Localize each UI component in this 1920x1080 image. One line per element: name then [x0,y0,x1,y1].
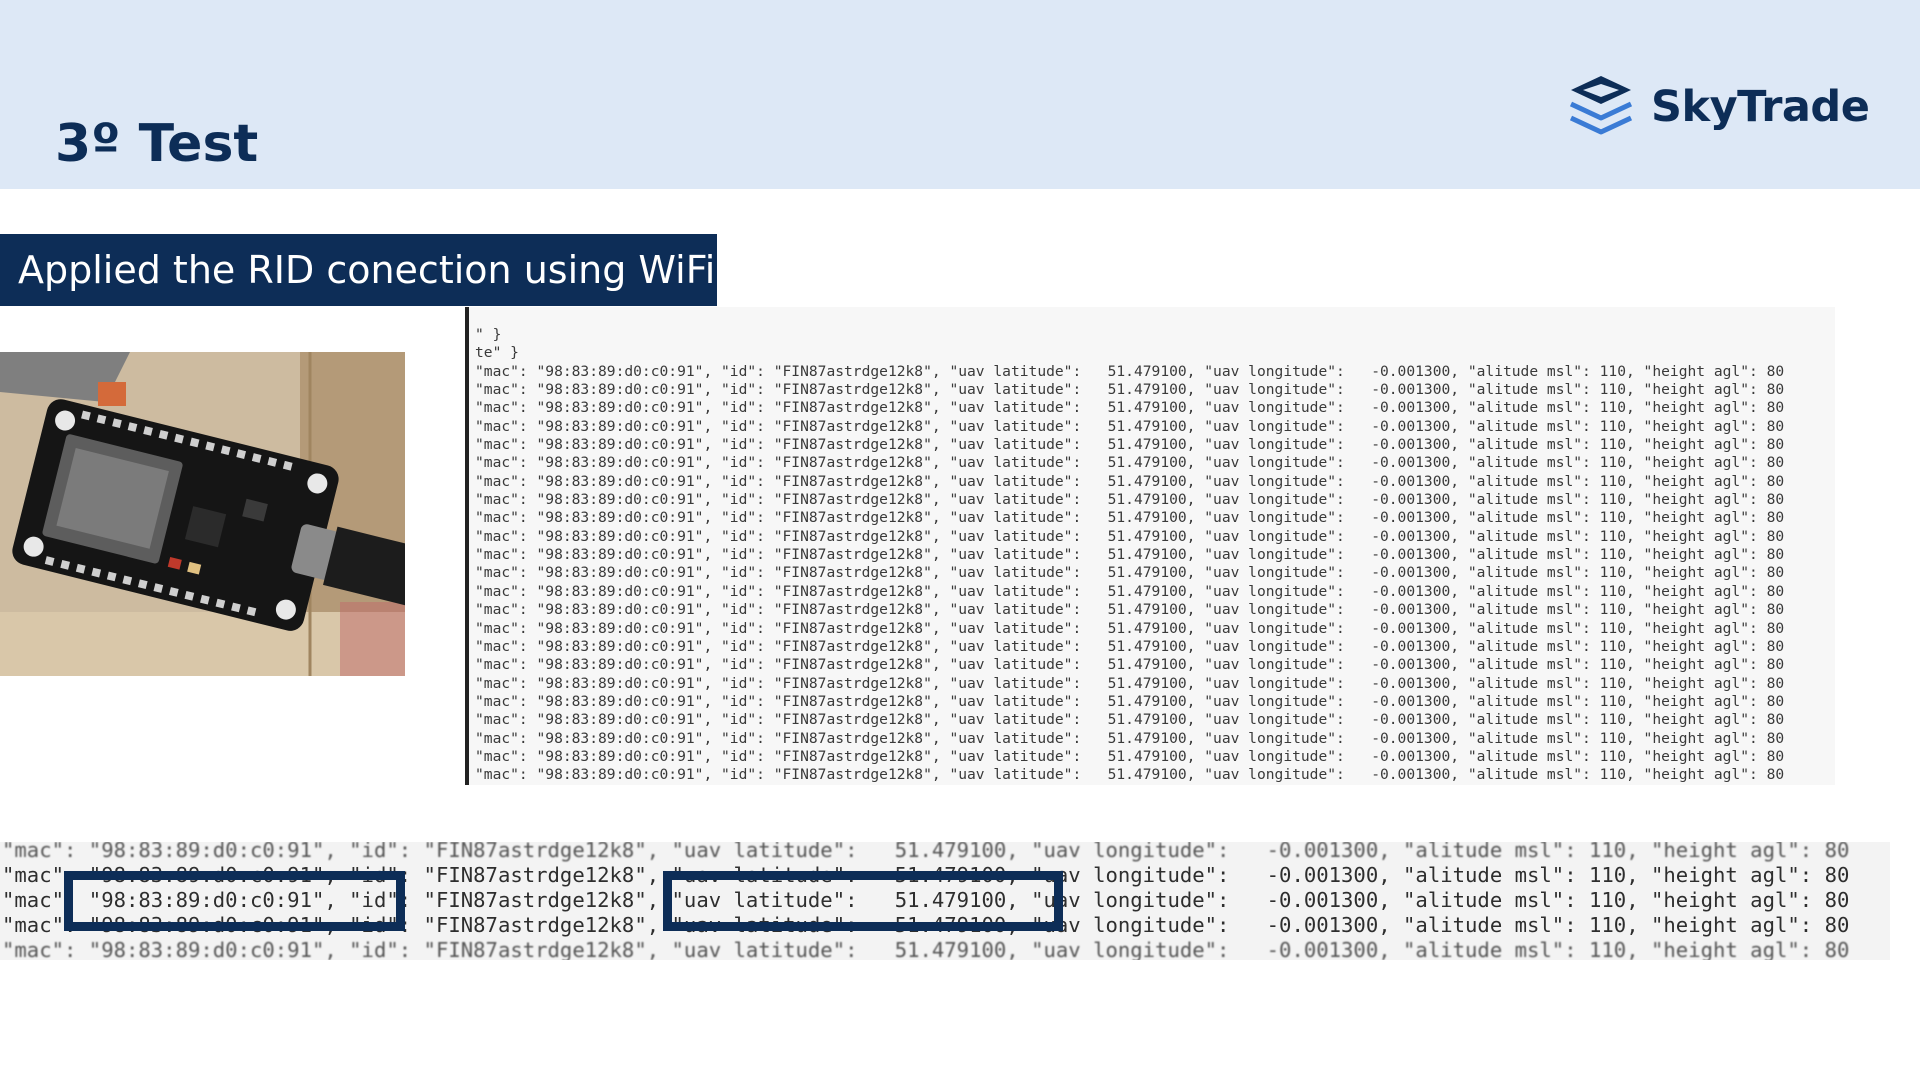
zoom-line: "mac": "98:83:89:d0:c0:91", "id": "FIN87… [2,842,1850,862]
terminal-line: " } [475,326,502,343]
terminal-line: "mac": "98:83:89:d0:c0:91", "id": "FIN87… [469,363,1835,381]
terminal-line: "mac": "98:83:89:d0:c0:91", "id": "FIN87… [475,620,1785,655]
terminal-line: "mac": "98:83:89:d0:c0:91", "id": "FIN87… [469,436,1835,454]
esp32-board-photo [0,352,405,676]
terminal-line: "mac": "98:83:89:d0:c0:91", "id": "FIN87… [469,473,1835,491]
terminal-line: te" } [475,344,519,362]
terminal-line: "mac": "98:83:89:d0:c0:91", "id": "FIN87… [469,564,1835,582]
logo-text: SkyTrade [1651,82,1870,132]
terminal-line: "mac": "98:83:89:d0:c0:91", "id": "FIN87… [469,766,1835,784]
terminal-line: "mac": "98:83:89:d0:c0:91", "id": "FIN87… [469,638,1835,656]
layers-icon [1569,76,1633,135]
terminal-line: "mac": "98:83:89:d0:c0:91", "id": "FIN87… [469,748,1835,766]
terminal-line: "mac": "98:83:89:d0:c0:91", "id": "FIN87… [469,399,1835,417]
terminal-line: "mac": "98:83:89:d0:c0:91", "id": "FIN87… [469,711,1835,729]
terminal-line: "mac": "98:83:89:d0:c0:91", "id": "FIN87… [469,381,1835,399]
serial-terminal-output: " } te" } "mac": "98:83:89:d0:c0:91", "id"… [465,307,1835,785]
terminal-line: "mac": "98:83:89:d0:c0:91", "id": "FIN87… [475,675,1785,710]
terminal-line: "mac": "98:83:89:d0:c0:91", "id": "FIN87… [469,491,1835,509]
terminal-line: "mac": "98:83:89:d0:c0:91", "id": "FIN87… [469,693,1835,711]
subtitle-banner: Applied the RID conection using WiFi [0,234,717,306]
skytrade-logo: SkyTrade [1565,72,1870,142]
latitude-highlight-box [663,871,1063,931]
terminal-line: "mac": "98:83:89:d0:c0:91", "id": "FIN87… [469,509,1835,527]
mac-highlight-box [64,871,405,931]
terminal-line: "mac": "98:83:89:d0:c0:91", "id": "FIN87… [469,656,1835,674]
terminal-line: "mac": "98:83:89:d0:c0:91", "id": "FIN87… [475,730,1785,765]
zoom-line: "mac": "98:83:89:d0:c0:91", "id": "FIN87… [2,938,1850,960]
terminal-line: "mac": "98:83:89:d0:c0:91", "id": "FIN87… [469,601,1835,619]
terminal-line: "mac": "98:83:89:d0:c0:91", "id": "FIN87… [469,546,1835,564]
terminal-line: "mac": "98:83:89:d0:c0:91", "id": "FIN87… [469,418,1835,436]
terminal-line: "mac": "98:83:89:d0:c0:91", "id": "FIN87… [469,454,1835,472]
terminal-line: "mac": "98:83:89:d0:c0:91", "id": "FIN87… [469,528,1835,546]
zoomed-terminal-detail: "mac": "98:83:89:d0:c0:91", "id": "FIN87… [0,842,1890,960]
terminal-line: "mac": "98:83:89:d0:c0:91", "id": "FIN87… [469,583,1835,601]
page-title: 3º Test [55,114,259,174]
